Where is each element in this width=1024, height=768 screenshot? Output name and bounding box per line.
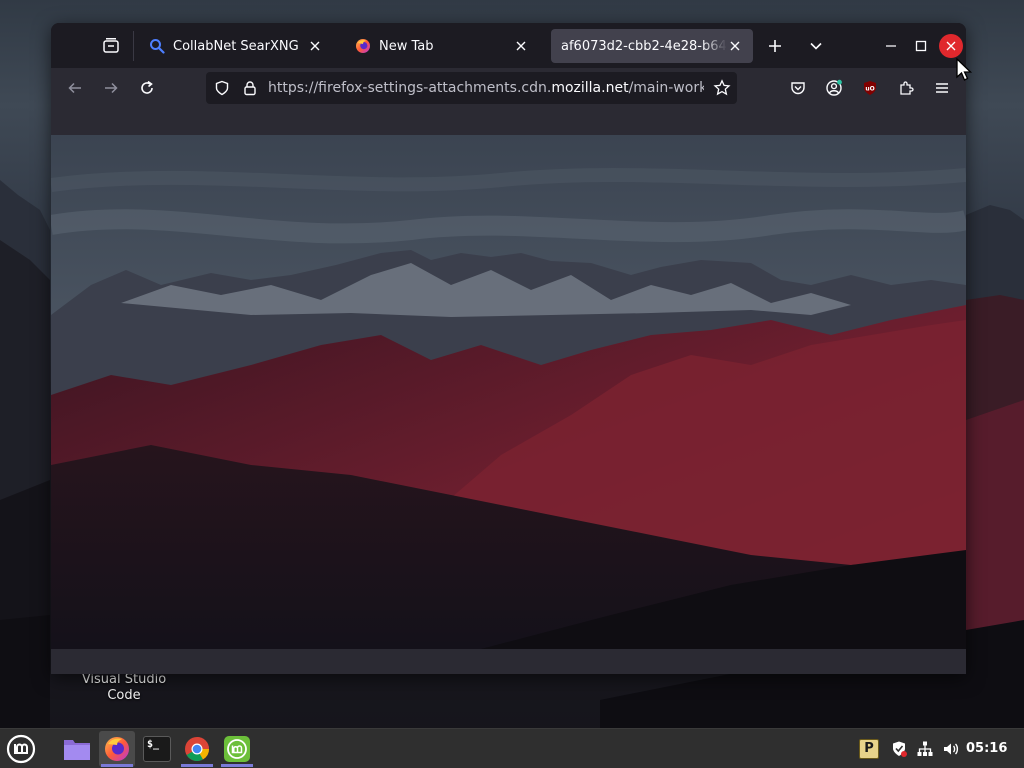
files-icon bbox=[64, 740, 90, 760]
close-icon[interactable] bbox=[727, 38, 743, 54]
tray-p-label: P bbox=[864, 741, 874, 756]
new-tab-button[interactable] bbox=[763, 34, 787, 58]
url-host: mozilla.net bbox=[551, 80, 629, 96]
search-icon bbox=[149, 38, 165, 54]
shield-icon[interactable] bbox=[888, 738, 910, 760]
taskbar-chrome[interactable] bbox=[179, 731, 215, 767]
nav-toolbar: https://firefox-settings-attachments.cdn… bbox=[51, 68, 966, 108]
tab-title: CollabNet SearXNG bbox=[173, 38, 299, 54]
taskbar-files[interactable] bbox=[59, 731, 95, 767]
tab-overview-icon[interactable] bbox=[99, 34, 123, 58]
shield-icon[interactable] bbox=[210, 76, 234, 100]
browser-window: CollabNet SearXNG New Tab af6073d2-cbb2-… bbox=[51, 23, 966, 674]
forward-icon[interactable] bbox=[99, 76, 123, 100]
svg-text:uO: uO bbox=[865, 86, 874, 93]
terminal-glyph: $_ bbox=[147, 739, 160, 750]
terminal-icon: $_ bbox=[143, 736, 171, 762]
lock-icon[interactable] bbox=[238, 76, 262, 100]
network-icon[interactable] bbox=[914, 738, 936, 760]
tray-p-badge: P bbox=[859, 739, 879, 759]
bookmark-star-icon[interactable] bbox=[710, 76, 734, 100]
url-bar[interactable]: https://firefox-settings-attachments.cdn… bbox=[206, 72, 737, 104]
desktop-icon-vscode[interactable]: Visual Studio Code bbox=[70, 672, 178, 704]
start-menu-button[interactable] bbox=[3, 731, 39, 767]
close-icon[interactable] bbox=[307, 38, 323, 54]
bookmarks-toolbar bbox=[51, 108, 966, 135]
desktop-icon-label-1: Visual Studio bbox=[81, 672, 167, 687]
tab-searxng[interactable]: CollabNet SearXNG bbox=[139, 29, 333, 63]
chrome-icon bbox=[185, 737, 209, 762]
menu-icon[interactable] bbox=[930, 76, 954, 100]
url-text[interactable]: https://firefox-settings-attachments.cdn… bbox=[268, 72, 704, 104]
account-icon[interactable] bbox=[822, 76, 846, 100]
status-bar bbox=[51, 649, 966, 674]
mintinstall-icon bbox=[224, 736, 250, 762]
pocket-icon[interactable] bbox=[786, 76, 810, 100]
url-suffix: /main-workspace/newtab-wallpapers-v2/af6… bbox=[628, 80, 704, 96]
tray-p-icon[interactable]: P bbox=[858, 738, 880, 760]
taskbar-mintinstall[interactable] bbox=[219, 731, 255, 767]
tab-bar: CollabNet SearXNG New Tab af6073d2-cbb2-… bbox=[51, 23, 966, 68]
close-window-button[interactable] bbox=[939, 34, 963, 58]
ublock-icon[interactable]: uO bbox=[858, 76, 882, 100]
taskbar-terminal[interactable]: $_ bbox=[139, 731, 175, 767]
firefox-icon bbox=[355, 38, 371, 54]
taskbar-firefox[interactable] bbox=[99, 731, 135, 767]
mouse-cursor-icon bbox=[956, 58, 973, 81]
reload-icon[interactable] bbox=[135, 76, 159, 100]
desktop-icon-label-2: Code bbox=[107, 688, 141, 703]
tab-title: New Tab bbox=[379, 38, 434, 54]
maximize-button[interactable] bbox=[909, 34, 933, 58]
firefox-icon bbox=[105, 737, 129, 761]
chevron-down-icon[interactable] bbox=[804, 34, 828, 58]
tab-title: af6073d2-cbb2-4e28-b642- bbox=[561, 38, 727, 54]
wallpaper-image bbox=[51, 135, 966, 649]
page-content bbox=[51, 135, 966, 649]
tab-separator bbox=[133, 31, 134, 61]
url-prefix: https://firefox-settings-attachments.cdn… bbox=[268, 80, 552, 96]
minimize-button[interactable] bbox=[879, 34, 903, 58]
back-icon[interactable] bbox=[63, 76, 87, 100]
mint-menu-icon bbox=[6, 734, 36, 764]
extensions-icon[interactable] bbox=[894, 76, 918, 100]
close-icon[interactable] bbox=[513, 38, 529, 54]
taskbar: $_ P 05:16 bbox=[0, 728, 1024, 768]
clock[interactable]: 05:16 bbox=[966, 729, 1007, 768]
tab-newtab[interactable]: New Tab bbox=[345, 29, 539, 63]
tab-wallpaper[interactable]: af6073d2-cbb2-4e28-b642- bbox=[551, 29, 753, 63]
volume-icon[interactable] bbox=[940, 738, 962, 760]
